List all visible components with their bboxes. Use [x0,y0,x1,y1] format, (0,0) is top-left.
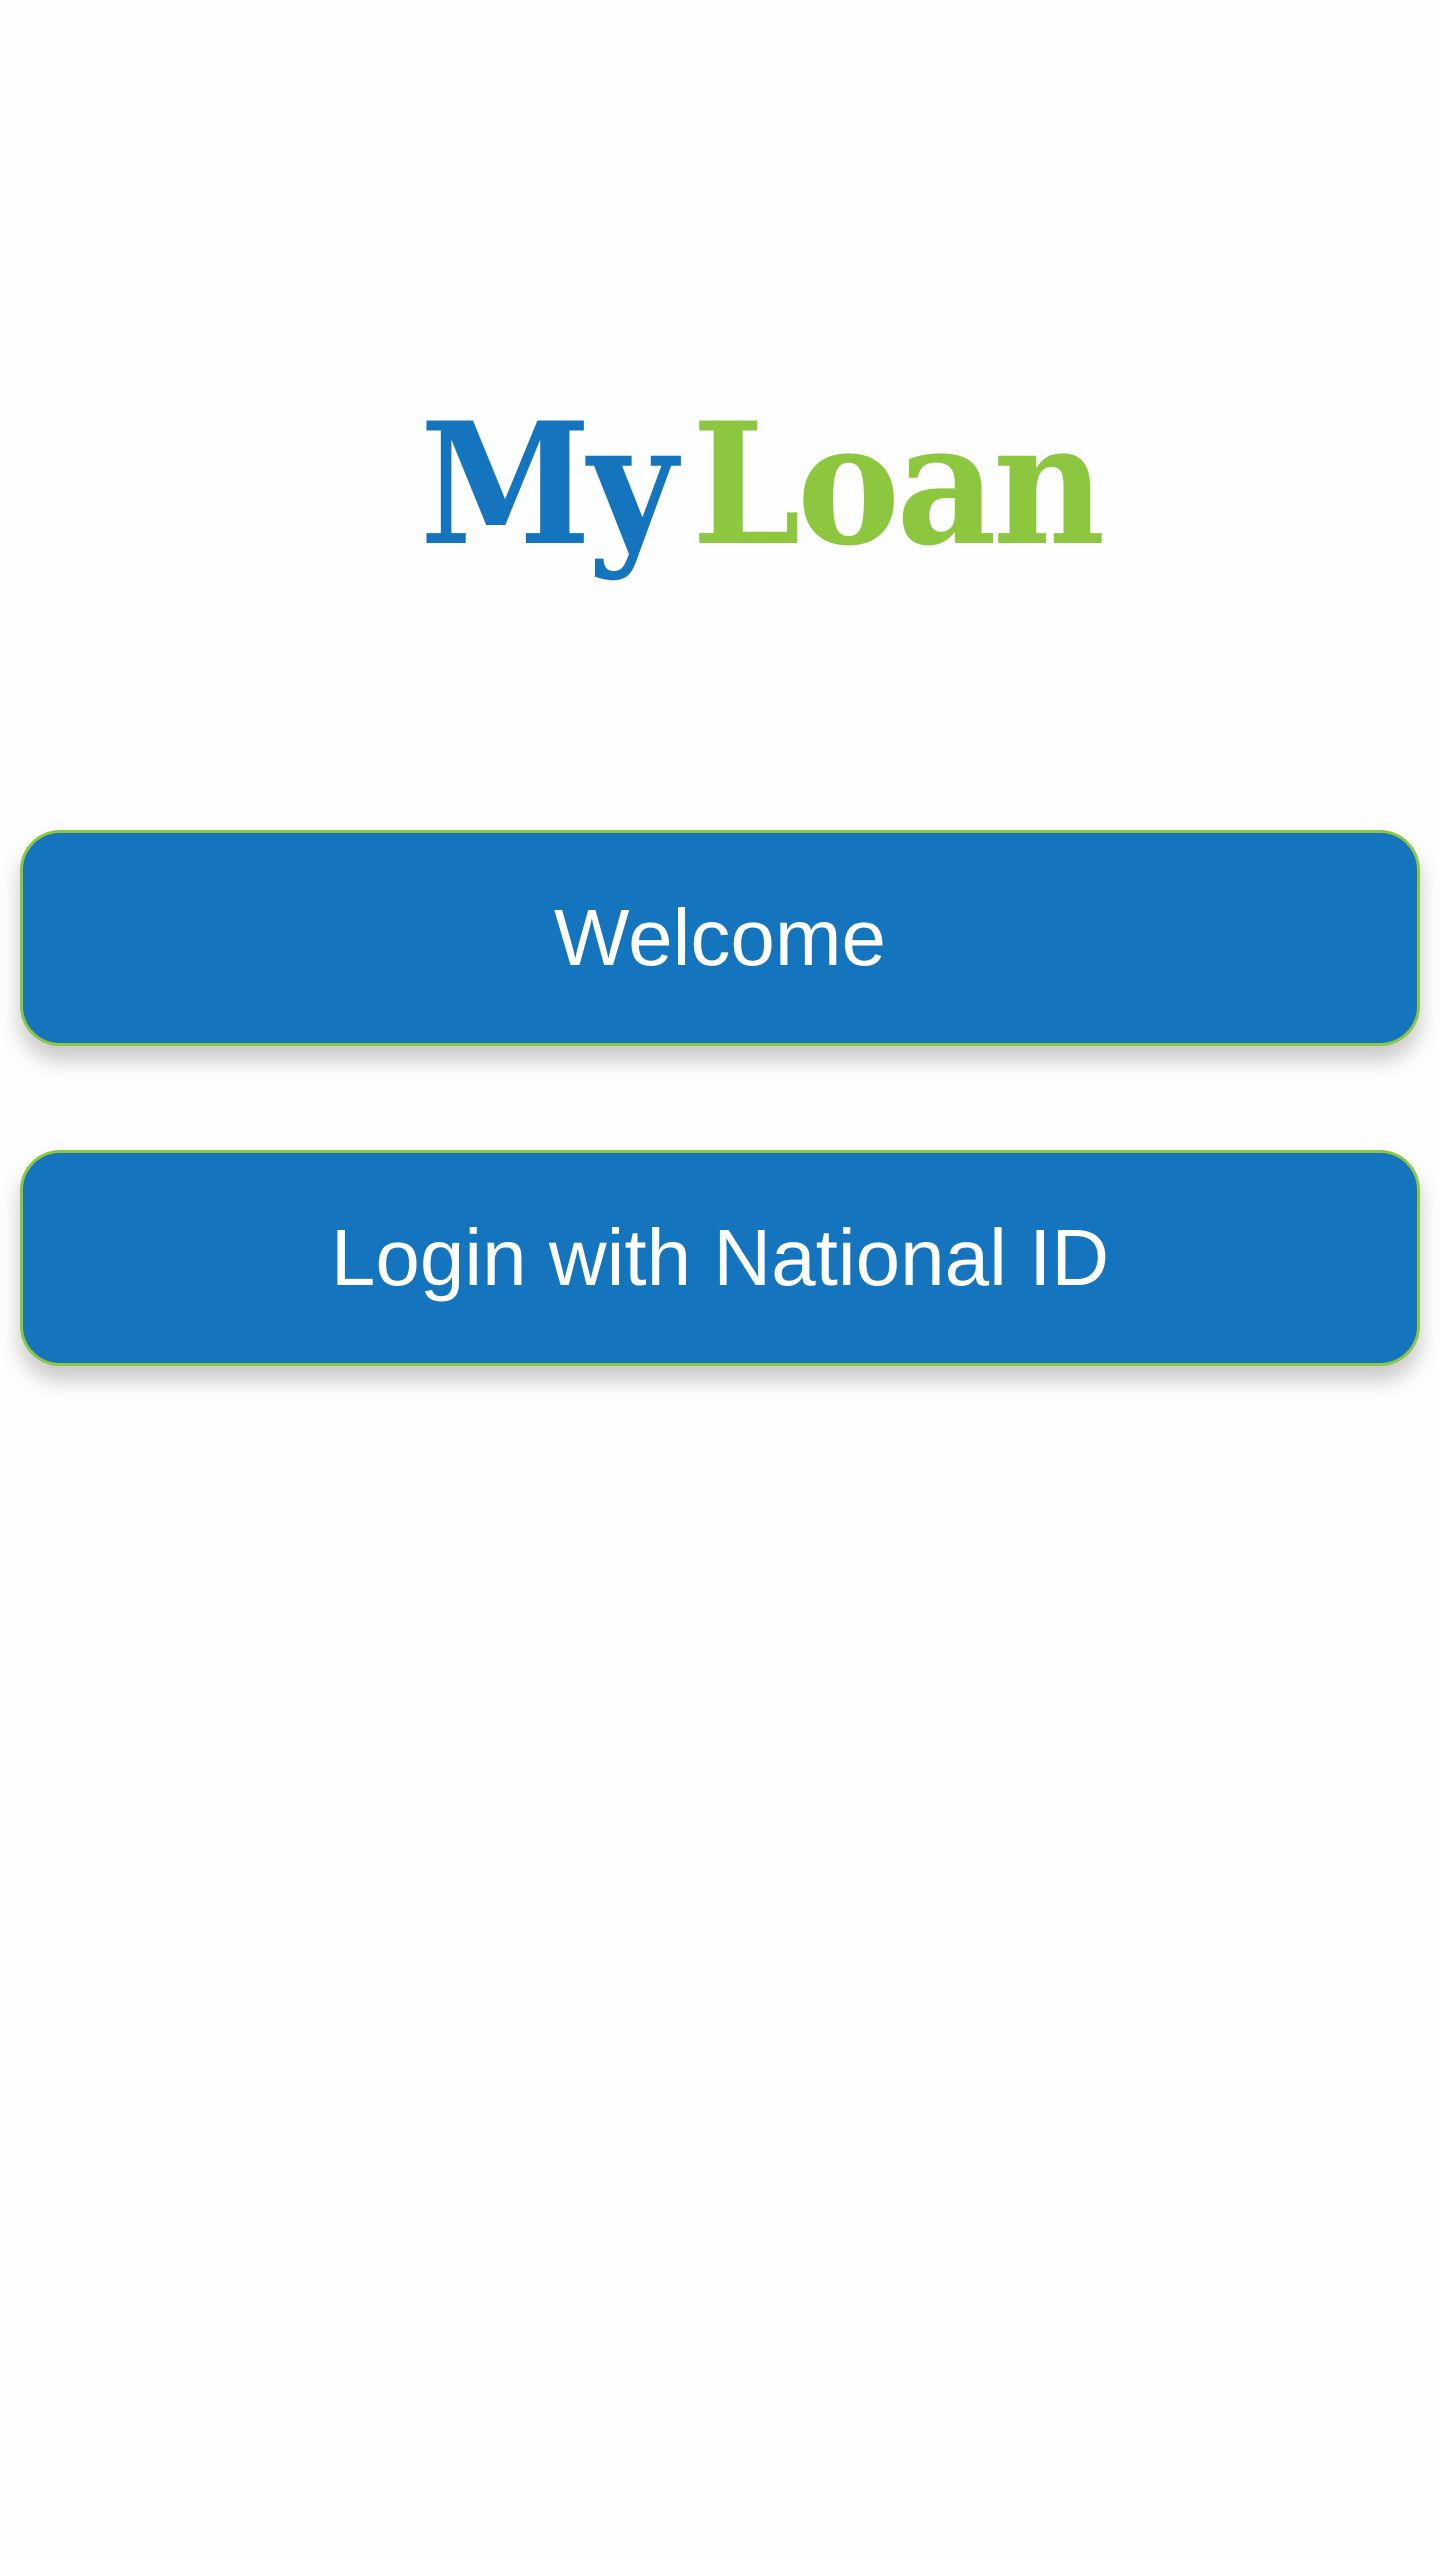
login-screen: My $ Loan Welcome Login with National ID [0,0,1440,2560]
app-logo: My $ Loan [420,400,1120,600]
login-button-label: Login with National ID [330,1213,1110,1302]
logo-text-my: My [420,385,677,583]
welcome-button[interactable]: Welcome [20,830,1420,1046]
login-national-id-button[interactable]: Login with National ID [20,1150,1420,1366]
welcome-button-label: Welcome [554,893,886,982]
logo-text-loan: Loan [691,385,1105,583]
